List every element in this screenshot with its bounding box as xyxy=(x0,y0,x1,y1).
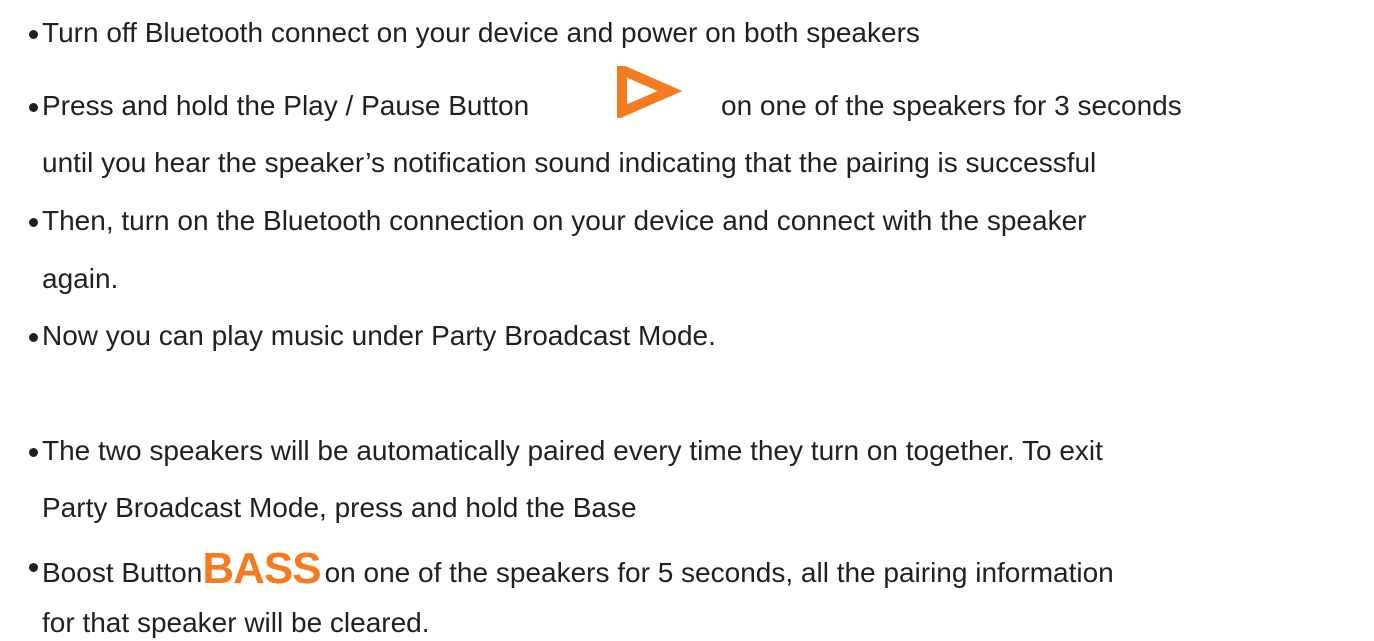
step-6-line-2: for that speaker will be cleared. xyxy=(42,607,430,638)
step-6-line-1-end: on one of the speakers for 5 seconds, al… xyxy=(324,557,1114,588)
step-3-line-1: Then, turn on the Bluetooth connection o… xyxy=(42,205,1087,236)
step-5-line-2: Party Broadcast Mode, press and hold the… xyxy=(42,492,637,523)
step-2-line-1-start: Press and hold the Play / Pause Button xyxy=(42,90,530,121)
bullet-dot xyxy=(29,563,38,572)
play-triangle-icon xyxy=(617,66,683,118)
step-6-line-1-start: Boost Button xyxy=(42,557,203,588)
step-5-line-1: The two speakers will be automatically p… xyxy=(42,435,1103,466)
step-2-line-2: until you hear the speaker’s notificatio… xyxy=(42,147,1097,178)
bullet-dot xyxy=(29,218,38,227)
step-4-line-1: Now you can play music under Party Broad… xyxy=(42,320,716,351)
bullet-dot xyxy=(29,30,38,39)
bullet-dot xyxy=(29,448,38,457)
step-1-line-1: Turn off Bluetooth connect on your devic… xyxy=(42,17,920,48)
bullet-dot xyxy=(29,103,38,112)
instruction-list: Turn off Bluetooth connect on your devic… xyxy=(0,0,1374,641)
step-6-line-1: Boost ButtonBASS on one of the speakers f… xyxy=(42,544,1114,593)
bass-boost-logo: BASS xyxy=(202,544,321,593)
step-3-line-2: again. xyxy=(42,263,119,294)
step-2-line-1-end: on one of the speakers for 3 seconds xyxy=(721,90,1182,121)
bullet-dot xyxy=(29,333,38,342)
